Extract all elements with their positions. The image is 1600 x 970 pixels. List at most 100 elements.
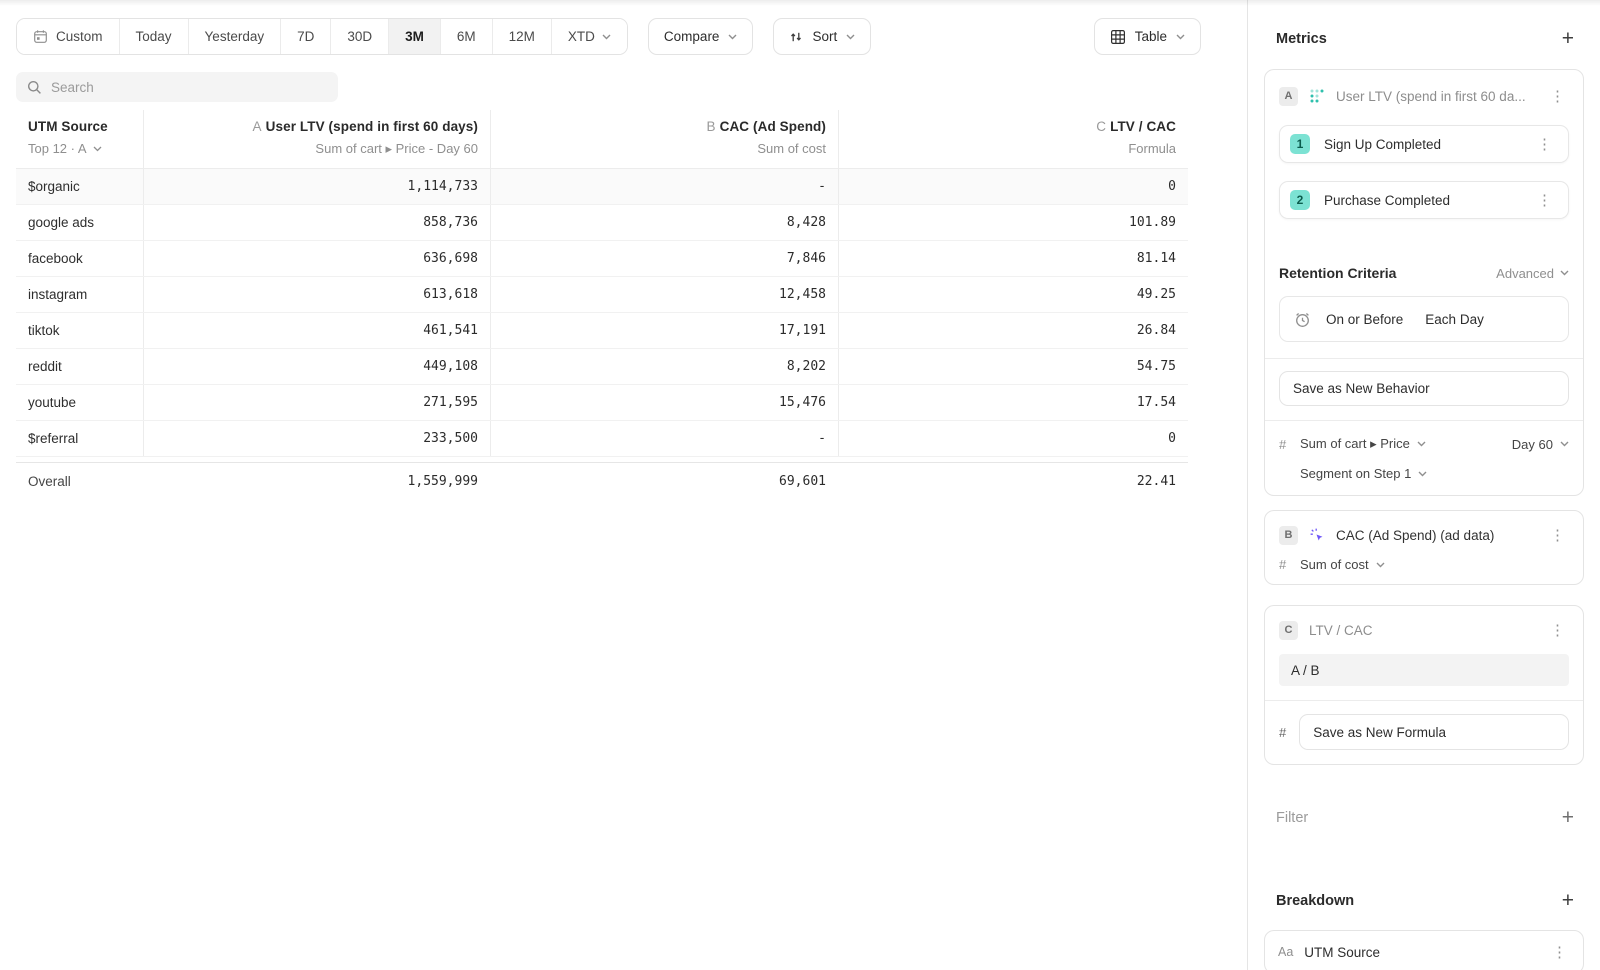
metric-card-b: B CAC (Ad Spend) (ad data) ⋮ # Sum of co…	[1264, 510, 1584, 585]
retention-criteria-title: Retention Criteria	[1279, 265, 1396, 281]
range-3m-button[interactable]: 3M	[389, 19, 441, 54]
step-1-badge: 1	[1290, 134, 1310, 154]
query-builder-sidebar: Metrics + A User LTV (spend in first 60 …	[1248, 0, 1600, 970]
results-table: UTM Source Top 12 · A AUser LTV (spend i…	[16, 110, 1188, 500]
chevron-down-icon	[1417, 441, 1426, 447]
segment-on-step-dropdown[interactable]: Segment on Step 1	[1300, 466, 1569, 481]
search-bar	[16, 72, 338, 102]
column-header-utm-source[interactable]: UTM Source Top 12 · A	[16, 110, 143, 168]
metric-a-header[interactable]: A User LTV (spend in first 60 da... ⋮	[1279, 82, 1569, 110]
add-metric-button[interactable]: +	[1562, 28, 1574, 49]
table-row[interactable]: reddit 449,108 8,202 54.75	[16, 349, 1188, 385]
table-row[interactable]: youtube 271,595 15,476 17.54	[16, 385, 1188, 421]
step-1-card[interactable]: 1 Sign Up Completed ⋮	[1279, 125, 1569, 163]
divider	[1265, 700, 1583, 701]
chevron-down-icon	[1418, 471, 1427, 477]
add-breakdown-button[interactable]: +	[1562, 890, 1574, 911]
measure-row: # Sum of cart ▸ Price Day 60	[1279, 436, 1569, 452]
column-header-a[interactable]: AUser LTV (spend in first 60 days) Sum o…	[143, 110, 490, 168]
step-2-card[interactable]: 2 Purchase Completed ⋮	[1279, 181, 1569, 219]
range-custom-button[interactable]: Custom	[17, 19, 120, 54]
range-6m-button[interactable]: 6M	[441, 19, 493, 54]
more-menu-icon[interactable]: ⋮	[1546, 526, 1569, 545]
table-row[interactable]: tiktok 461,541 17,191 26.84	[16, 313, 1188, 349]
number-type-icon: #	[1279, 437, 1289, 452]
retention-criteria-card[interactable]: On or Before Each Day	[1279, 296, 1569, 342]
column-header-b[interactable]: BCAC (Ad Spend) Sum of cost	[490, 110, 838, 168]
chevron-down-icon	[602, 34, 611, 40]
range-12m-button[interactable]: 12M	[493, 19, 552, 54]
more-menu-icon[interactable]: ⋮	[1546, 621, 1569, 640]
ad-click-spark-icon	[1309, 527, 1325, 543]
divider	[1265, 358, 1583, 359]
main-content: Custom Today Yesterday 7D 30D 3M 6M 12M …	[0, 0, 1248, 970]
metric-c-name: LTV / CAC	[1309, 623, 1535, 638]
retention-condition-dropdown[interactable]: On or Before	[1326, 312, 1403, 327]
calendar-icon	[33, 29, 48, 44]
filter-section-header: Filter +	[1264, 807, 1584, 828]
breakdown-title: Breakdown	[1276, 893, 1354, 909]
metric-badge-b: B	[1279, 526, 1298, 545]
advanced-dropdown[interactable]: Advanced	[1496, 266, 1569, 281]
range-7d-button[interactable]: 7D	[281, 19, 331, 54]
range-30d-button[interactable]: 30D	[331, 19, 389, 54]
step-2-label: Purchase Completed	[1324, 193, 1519, 208]
metrics-title: Metrics	[1276, 31, 1327, 47]
more-menu-icon[interactable]: ⋮	[1548, 943, 1571, 962]
toolbar: Custom Today Yesterday 7D 30D 3M 6M 12M …	[0, 0, 1247, 55]
chevron-down-icon	[1560, 441, 1569, 447]
formula-input[interactable]: A / B	[1279, 654, 1569, 686]
behavior-dots-icon	[1309, 88, 1325, 104]
view-type-table-button[interactable]: Table	[1094, 18, 1201, 55]
save-as-new-behavior-button[interactable]: Save as New Behavior	[1279, 371, 1569, 406]
metric-b-header[interactable]: B CAC (Ad Spend) (ad data) ⋮	[1279, 521, 1569, 549]
more-menu-icon[interactable]: ⋮	[1533, 135, 1556, 154]
insights-app: Custom Today Yesterday 7D 30D 3M 6M 12M …	[0, 0, 1600, 970]
table-row[interactable]: $organic 1,114,733 - 0	[16, 169, 1188, 205]
alarm-clock-icon	[1293, 310, 1312, 329]
more-menu-icon[interactable]: ⋮	[1533, 191, 1556, 210]
search-input[interactable]	[51, 80, 327, 95]
step-1-label: Sign Up Completed	[1324, 137, 1519, 152]
measure-property-dropdown[interactable]: Sum of cost	[1300, 557, 1385, 572]
chevron-down-icon	[1376, 562, 1385, 568]
column-header-c[interactable]: CLTV / CAC Formula	[838, 110, 1188, 168]
sort-button[interactable]: Sort	[773, 18, 871, 55]
sort-arrows-icon	[789, 30, 803, 44]
save-as-new-formula-button[interactable]: Save as New Formula	[1299, 714, 1569, 750]
retention-criteria-header: Retention Criteria Advanced	[1279, 265, 1569, 281]
metrics-section-header: Metrics +	[1264, 28, 1584, 49]
metric-c-header[interactable]: C LTV / CAC ⋮	[1279, 616, 1569, 644]
step-2-badge: 2	[1290, 190, 1310, 210]
range-xtd-button[interactable]: XTD	[552, 19, 627, 54]
table-header: UTM Source Top 12 · A AUser LTV (spend i…	[16, 110, 1188, 169]
metric-a-name: User LTV (spend in first 60 da...	[1336, 89, 1535, 104]
chevron-down-icon	[846, 34, 855, 40]
date-range-group: Custom Today Yesterday 7D 30D 3M 6M 12M …	[16, 18, 628, 55]
table-row[interactable]: instagram 613,618 12,458 49.25	[16, 277, 1188, 313]
metric-b-name: CAC (Ad Spend) (ad data)	[1336, 528, 1535, 543]
number-type-icon: #	[1279, 557, 1289, 572]
breakdown-item-utm-source[interactable]: Aa UTM Source ⋮	[1264, 930, 1584, 970]
table-row[interactable]: facebook 636,698 7,846 81.14	[16, 241, 1188, 277]
table-row[interactable]: $referral 233,500 - 0	[16, 421, 1188, 457]
chevron-down-icon	[93, 146, 102, 152]
range-today-button[interactable]: Today	[120, 19, 189, 54]
measure-day-dropdown[interactable]: Day 60	[1512, 437, 1569, 452]
measure-property-dropdown[interactable]: Sum of cart ▸ Price	[1300, 436, 1501, 452]
number-type-icon: #	[1279, 725, 1286, 740]
range-yesterday-button[interactable]: Yesterday	[189, 19, 282, 54]
add-filter-button[interactable]: +	[1562, 807, 1574, 828]
table-overall-row: Overall 1,559,999 69,601 22.41	[16, 462, 1188, 500]
retention-period-dropdown[interactable]: Each Day	[1425, 312, 1484, 327]
more-menu-icon[interactable]: ⋮	[1546, 87, 1569, 106]
chevron-down-icon	[1560, 270, 1569, 276]
table-row[interactable]: google ads 858,736 8,428 101.89	[16, 205, 1188, 241]
compare-button[interactable]: Compare	[648, 18, 754, 55]
metric-badge-a: A	[1279, 87, 1298, 106]
filter-title: Filter	[1276, 810, 1308, 826]
metric-card-a: A User LTV (spend in first 60 da... ⋮ 1 …	[1264, 69, 1584, 496]
chevron-down-icon	[728, 34, 737, 40]
chevron-down-icon	[1176, 34, 1185, 40]
divider	[1265, 420, 1583, 421]
